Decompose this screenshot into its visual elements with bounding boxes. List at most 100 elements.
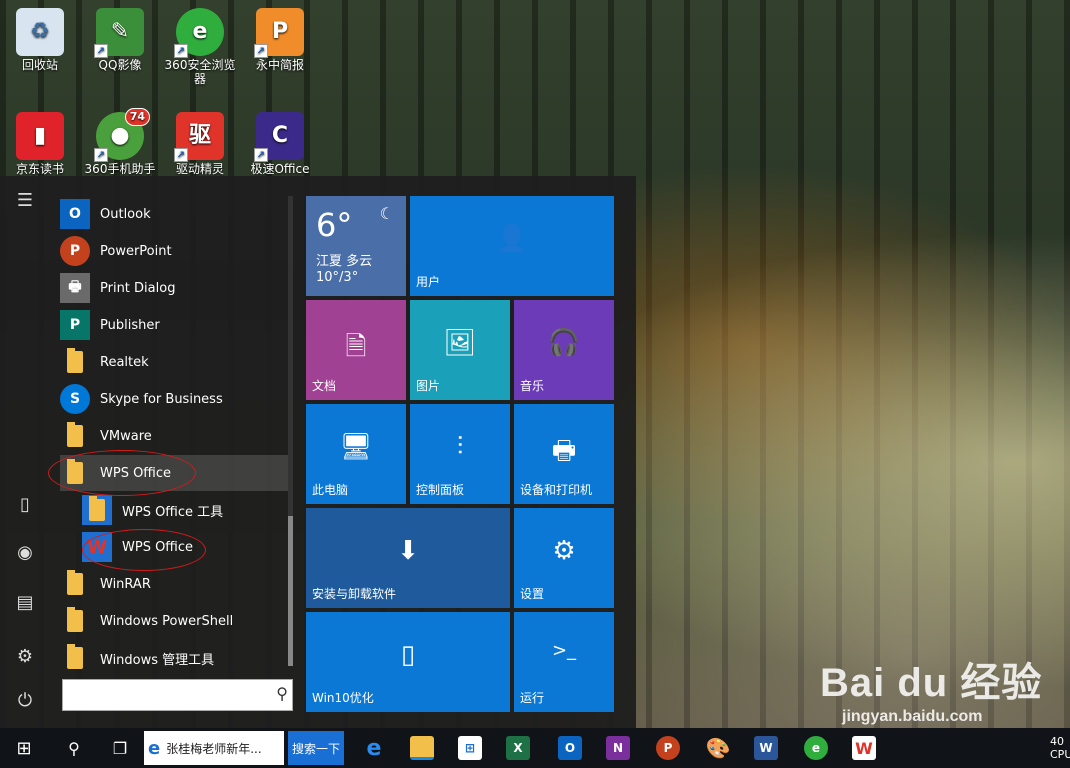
search-icon[interactable]: ⚲ [276,684,288,703]
onenote-icon[interactable]: N [602,728,634,768]
tile-win10-optimize[interactable]: ▯ Win10优化 [306,612,510,712]
tile-documents[interactable]: 🗎 文档 [306,300,406,400]
recycle-bin-shortcut[interactable]: ♻ 回收站 [0,8,80,72]
app-powerpoint[interactable]: P PowerPoint [60,233,288,269]
360-phone-assistant-shortcut[interactable]: ● 74 ↗ 360手机助手 [80,108,160,176]
moon-icon: ☾ [379,204,394,223]
highlight-ellipse [82,529,206,571]
folder-icon [60,421,90,451]
recycle-bin-icon: ♻ [16,8,64,56]
app-label: WPS Office 工具 [122,504,224,520]
powerpoint-icon: P [60,236,90,266]
browser-address-box[interactable]: e 张桂梅老师新年... [144,731,284,765]
tile-control-panel[interactable]: ⫶ 控制面板 [410,404,510,504]
watermark-brand: Bai du 经验 [820,661,1043,705]
wps-icon[interactable]: W [848,728,880,768]
driver-genius-shortcut[interactable]: 驱 ↗ 驱动精灵 [160,112,240,176]
start-search-box[interactable]: ⚲ [62,679,293,711]
sliders-icon: ⫶ [456,432,464,462]
app-folder-vmware[interactable]: VMware [60,418,288,454]
edge-icon[interactable]: e [358,728,390,768]
store-icon[interactable]: ⊞ [454,728,486,768]
app-print-dialog[interactable]: 🖶 Print Dialog [60,270,288,306]
file-explorer-icon[interactable] [406,728,438,768]
tile-this-pc[interactable]: 🖥 此电脑 [306,404,406,504]
powerpoint-icon[interactable]: P [652,728,684,768]
desktop-icon-label: 永中简报 [255,58,304,72]
task-view-icon[interactable]: ❐ [104,728,136,768]
excel-icon[interactable]: X [502,728,534,768]
tile-label: 设备和打印机 [520,483,593,497]
search-go-button[interactable]: 搜索一下 [288,731,344,765]
highlight-ellipse [48,450,196,496]
document-icon: 🗎 [345,332,367,362]
tile-music[interactable]: 🎧 音乐 [514,300,614,400]
yozo-slides-icon: P ↗ [254,8,304,58]
search-icon[interactable]: ⚲ [58,728,90,768]
qq-image-icon: ✎ ↗ [94,8,144,58]
app-folder-realtek[interactable]: Realtek [60,344,288,380]
tile-label: 音乐 [520,379,545,393]
app-publisher[interactable]: P Publisher [60,307,288,343]
tile-install-uninstall[interactable]: ⬇ 安装与卸载软件 [306,508,510,608]
app-label: Realtek [100,354,149,370]
windows-start-icon[interactable]: ⊞ [8,728,40,768]
tile-settings[interactable]: ⚙ 设置 [514,508,614,608]
app-folder-winrar[interactable]: WinRAR [60,566,288,602]
app-list-scroll-thumb[interactable] [288,516,293,666]
app-label: Publisher [100,317,160,333]
tile-devices-printers[interactable]: 🖶 设备和打印机 [514,404,614,504]
tray-cpu-label: CPU [1050,748,1070,761]
tile-pictures[interactable]: 🖼 图片 [410,300,510,400]
gear-icon: ⚙ [552,536,576,566]
taskbar: ⊞ ⚲ ❐ e 张桂梅老师新年... 搜索一下 e ⊞ X O N P 🎨 W … [0,728,1070,768]
user-account-icon[interactable]: ◉ [0,532,50,572]
paint-icon[interactable]: 🎨 [702,728,734,768]
weather-city: 江夏 多云 [316,254,373,269]
outlook-icon[interactable]: O [554,728,586,768]
app-folder-windows-powershell[interactable]: Windows PowerShell [60,603,288,639]
shortcut-arrow-icon: ↗ [174,148,188,162]
360-browser-shortcut[interactable]: e ↗ 360安全浏览器 [160,8,240,86]
shortcut-arrow-icon: ↗ [94,44,108,58]
outlook-icon: O [60,199,90,229]
desktop-icon-label: 360手机助手 [84,162,156,176]
tile-label: 控制面板 [416,483,465,497]
qq-image-shortcut[interactable]: ✎ ↗ QQ影像 [80,8,160,72]
app-wps-office-tools[interactable]: WPS Office 工具 [82,492,288,528]
app-label: Outlook [100,206,151,222]
folder-icon [82,495,112,525]
tile-label: 此电脑 [312,483,349,497]
panel-icon: ▯ [400,640,416,670]
watermark-url: jingyan.baidu.com [842,708,983,725]
speed-office-icon: C ↗ [254,112,304,162]
power-icon[interactable]: ⏻ [0,680,50,720]
app-skype-for-business[interactable]: S Skype for Business [60,381,288,417]
app-outlook[interactable]: O Outlook [60,196,288,232]
jd-reader-shortcut[interactable]: ▮ 京东读书 [0,112,80,176]
word-icon[interactable]: W [750,728,782,768]
publisher-icon: P [60,310,90,340]
notification-badge: 74 [124,108,150,126]
driver-genius-icon: 驱 ↗ [174,112,224,162]
hamburger-menu-icon[interactable]: ☰ [0,180,50,220]
settings-icon[interactable]: ⚙ [0,636,50,676]
tablet-mode-icon[interactable]: ▯ [0,484,50,524]
360-browser-icon[interactable]: e [800,728,832,768]
run-prompt-icon: >_ [551,640,577,661]
desktop-icon-label: 极速Office [250,162,310,176]
app-label: PowerPoint [100,243,172,259]
tile-user[interactable]: 👤 用户 [410,196,614,296]
shortcut-arrow-icon: ↗ [94,148,108,162]
app-folder-windows-admin-tools[interactable]: Windows 管理工具 [60,640,288,676]
skype-icon: S [60,384,90,414]
yozo-slides-shortcut[interactable]: P ↗ 永中简报 [240,8,320,72]
headphones-icon: 🎧 [547,328,581,358]
tile-weather[interactable]: 6° ☾ 江夏 多云 10°/3° [306,196,406,296]
tile-run[interactable]: >_ 运行 [514,612,614,712]
app-label: Print Dialog [100,280,176,296]
start-search-input[interactable] [63,680,263,710]
documents-icon[interactable]: ▤ [0,582,50,622]
start-rail: ☰ ▯ ◉ ▤ ⚙ ⏻ [0,176,50,728]
speed-office-shortcut[interactable]: C ↗ 极速Office [240,112,320,176]
